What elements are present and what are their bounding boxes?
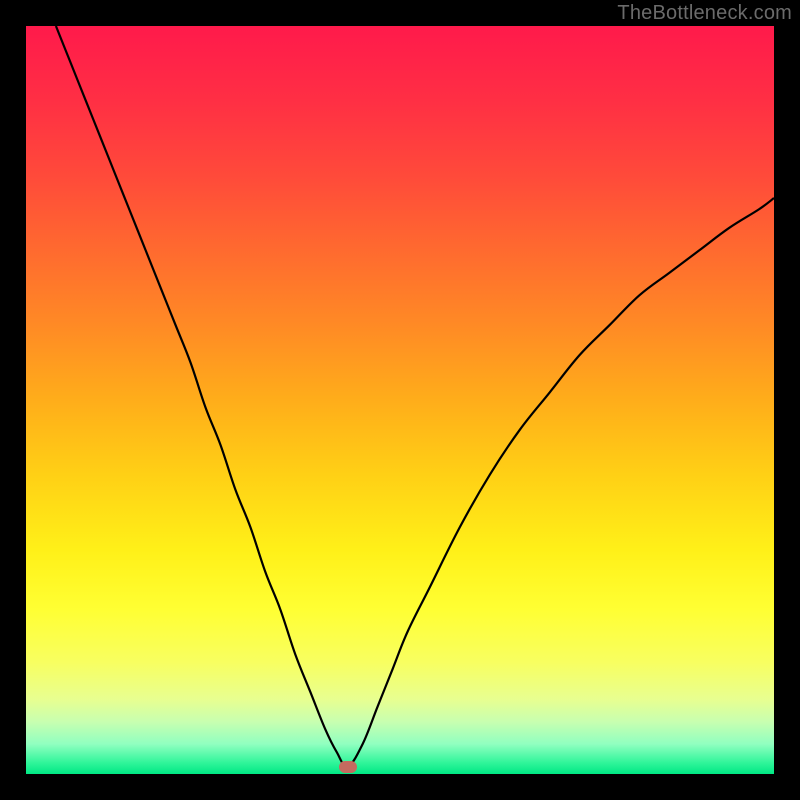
bottleneck-curve-svg (26, 26, 774, 774)
watermark-text: TheBottleneck.com (617, 2, 792, 25)
bottleneck-curve-path (56, 26, 774, 767)
plot-area (26, 26, 774, 774)
chart-frame: TheBottleneck.com (0, 0, 800, 800)
min-marker-dot (339, 761, 357, 773)
